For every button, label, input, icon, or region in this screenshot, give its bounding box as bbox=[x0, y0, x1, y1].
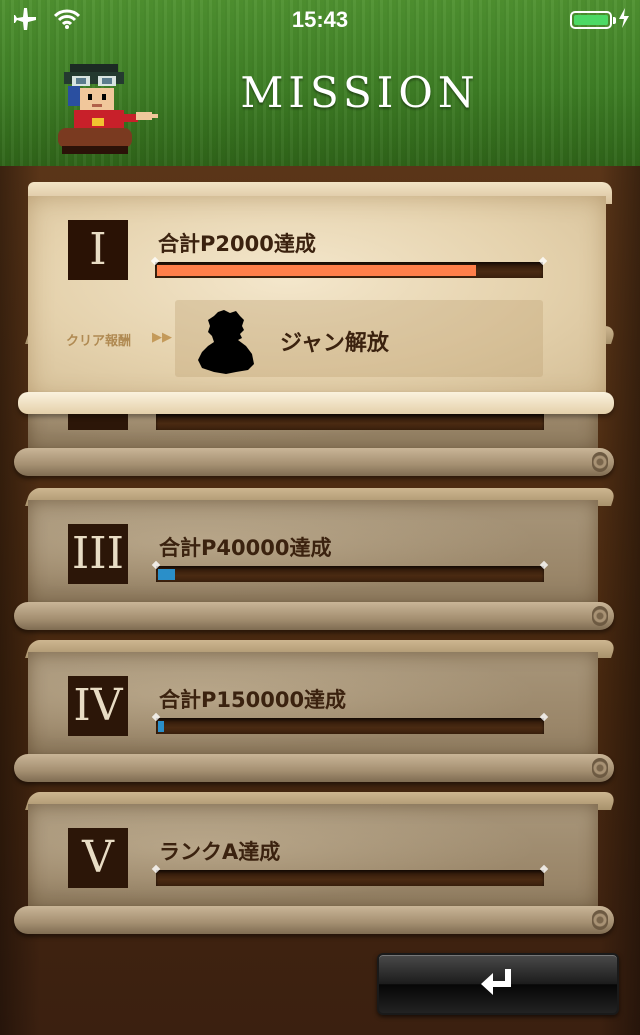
status-time: 15:43 bbox=[291, 7, 349, 32]
status-bar: 15:43 bbox=[0, 0, 640, 40]
mission-card-4[interactable]: IV 合計P150000達成 bbox=[14, 640, 617, 782]
page-title: MISSION bbox=[240, 68, 480, 117]
mission-progress-bar bbox=[150, 256, 548, 278]
character-silhouette-icon bbox=[196, 308, 258, 378]
mission-label: 合計P40000達成 bbox=[159, 536, 332, 560]
mission-label: ランクA達成 bbox=[159, 840, 281, 864]
progress-fill bbox=[158, 569, 175, 580]
mission-progress-bar bbox=[151, 864, 549, 886]
charging-icon bbox=[618, 8, 630, 32]
mission-numeral: IV bbox=[68, 676, 128, 736]
progress-fill bbox=[158, 721, 164, 732]
progress-fill bbox=[157, 265, 476, 276]
pilot-avatar bbox=[52, 58, 162, 162]
reward-text: ジャン解放 bbox=[280, 331, 389, 356]
return-button[interactable] bbox=[377, 953, 619, 1015]
mission-card-1[interactable]: I 合計P2000達成 クリア報酬 ▶▶ ジャン解放 bbox=[18, 182, 614, 414]
mission-progress-bar bbox=[151, 560, 549, 582]
header: 15:43 MISSION bbox=[0, 0, 640, 168]
mission-card-3[interactable]: III 合計P40000達成 bbox=[14, 488, 617, 630]
mission-progress-bar bbox=[156, 414, 544, 430]
mission-numeral: III bbox=[68, 524, 128, 584]
return-arrow-icon bbox=[481, 969, 515, 999]
reward-label: クリア報酬 bbox=[66, 334, 132, 349]
double-chevron-right-icon: ▶▶ bbox=[152, 330, 172, 345]
mission-numeral: V bbox=[68, 828, 128, 888]
mission-label: 合計P2000達成 bbox=[158, 232, 316, 256]
mission-card-5[interactable]: V ランクA達成 bbox=[14, 792, 617, 934]
battery-icon bbox=[570, 11, 616, 29]
mission-progress-bar bbox=[151, 712, 549, 734]
mission-numeral: I bbox=[68, 220, 128, 280]
mission-label: 合計P150000達成 bbox=[159, 688, 347, 712]
